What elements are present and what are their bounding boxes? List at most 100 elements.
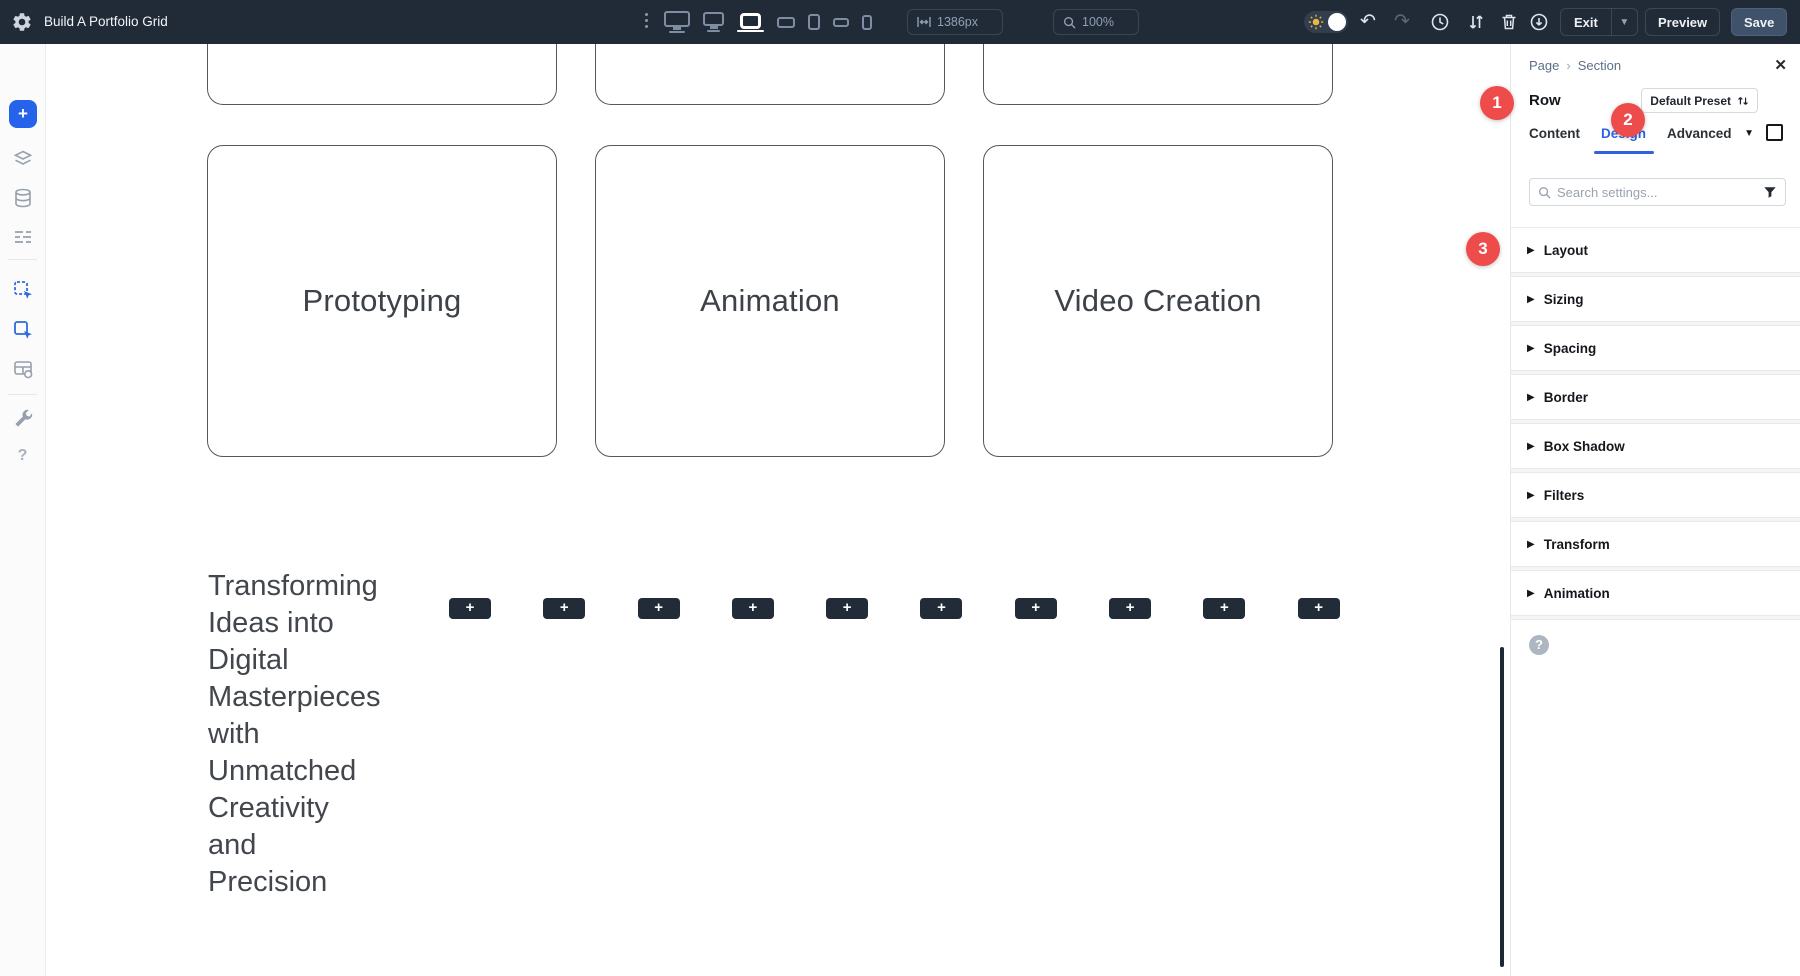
add-column-button[interactable]: + (638, 598, 680, 619)
save-button[interactable]: Save (1731, 8, 1787, 36)
light-dark-toggle[interactable] (1304, 11, 1348, 33)
database-icon[interactable] (11, 186, 35, 210)
viewport-width-value: 1386px (937, 15, 978, 29)
sun-icon (1308, 14, 1324, 30)
preset-swap-icon (1737, 95, 1749, 107)
breadcrumb-section[interactable]: Section (1578, 58, 1621, 73)
breadcrumb-page[interactable]: Page (1529, 58, 1559, 73)
top-card-3[interactable] (983, 44, 1333, 105)
add-column-button[interactable]: + (1203, 598, 1245, 619)
structure-list-icon[interactable] (11, 225, 35, 249)
search-settings-input[interactable] (1557, 185, 1757, 200)
caret-right-icon: ▶ (1527, 294, 1535, 305)
caret-right-icon: ▶ (1527, 441, 1535, 452)
tab-advanced[interactable]: Advanced (1667, 126, 1732, 141)
add-column-button[interactable]: + (826, 598, 868, 619)
top-card-2[interactable] (595, 44, 945, 105)
add-column-button[interactable]: + (1109, 598, 1151, 619)
sidebar-help-icon[interactable]: ? (11, 444, 35, 468)
add-element-button[interactable]: + (9, 100, 37, 128)
layers-icon[interactable] (11, 147, 35, 171)
active-tab-underline (1594, 151, 1654, 154)
toggle-knob (1328, 13, 1346, 31)
accordion-border[interactable]: ▶Border (1511, 375, 1800, 419)
caret-right-icon: ▶ (1527, 490, 1535, 501)
page-title: Build A Portfolio Grid (44, 0, 168, 44)
card-label: Animation (700, 283, 840, 319)
accordion-sizing[interactable]: ▶Sizing (1511, 277, 1800, 321)
power-update-icon[interactable] (1529, 12, 1549, 32)
caret-right-icon: ▶ (1527, 588, 1535, 599)
selectable-mode-icon[interactable] (11, 278, 35, 302)
editor-canvas: Prototyping Animation Video Creation Tra… (46, 44, 1510, 976)
trash-icon[interactable] (1499, 12, 1519, 32)
device-tablet-portrait-icon[interactable] (808, 14, 820, 30)
accordion-transform[interactable]: ▶Transform (1511, 522, 1800, 566)
accordion-filters[interactable]: ▶Filters (1511, 473, 1800, 517)
breadcrumb: Page › Section (1529, 58, 1621, 73)
caret-right-icon: ▶ (1527, 392, 1535, 403)
accordion-spacing[interactable]: ▶Spacing (1511, 326, 1800, 370)
accordion-animation[interactable]: ▶Animation (1511, 571, 1800, 615)
exit-label: Exit (1561, 15, 1611, 30)
caret-right-icon: ▶ (1527, 539, 1535, 550)
exit-button[interactable]: Exit ▼ (1560, 8, 1638, 36)
kebab-menu-icon[interactable] (645, 13, 648, 28)
add-column-button[interactable]: + (543, 598, 585, 619)
device-desktop-icon[interactable] (703, 12, 724, 32)
preview-button[interactable]: Preview (1645, 8, 1720, 36)
zoom-level-value: 100% (1082, 15, 1114, 29)
card-video-creation[interactable]: Video Creation (983, 145, 1333, 457)
breakpoint-square-icon[interactable] (1766, 124, 1783, 141)
global-settings-grid-icon[interactable] (11, 357, 35, 381)
breadcrumb-separator: › (1566, 58, 1570, 73)
card-animation[interactable]: Animation (595, 145, 945, 457)
tab-content[interactable]: Content (1529, 126, 1580, 141)
caret-right-icon: ▶ (1527, 343, 1535, 354)
device-laptop-icon-active[interactable] (737, 13, 764, 32)
magnifier-icon (1063, 16, 1076, 29)
tools-wrench-icon[interactable] (11, 407, 35, 431)
default-preset-button[interactable]: Default Preset (1641, 88, 1758, 113)
undo-icon[interactable]: ↶ (1358, 12, 1378, 32)
caret-right-icon: ▶ (1527, 245, 1535, 256)
zoom-level-input[interactable]: 100% (1053, 9, 1139, 35)
annotation-badge-2: 2 (1611, 103, 1645, 137)
device-switcher (664, 0, 872, 44)
accordion-layout[interactable]: ▶Layout (1511, 228, 1800, 272)
add-column-button[interactable]: + (920, 598, 962, 619)
history-clock-icon[interactable] (1430, 12, 1450, 32)
close-panel-icon[interactable]: ✕ (1774, 56, 1787, 74)
filter-funnel-icon[interactable] (1763, 185, 1777, 199)
search-icon (1538, 186, 1551, 199)
card-prototyping[interactable]: Prototyping (207, 145, 557, 457)
exit-dropdown-chevron-icon[interactable]: ▼ (1612, 17, 1637, 28)
device-phone-landscape-icon[interactable] (833, 18, 849, 27)
design-accordion: ▶Layout ▶Sizing ▶Spacing ▶Border ▶Box Sh… (1511, 227, 1800, 620)
add-column-button[interactable]: + (1015, 598, 1057, 619)
device-tablet-landscape-icon[interactable] (777, 17, 795, 28)
sort-arrows-icon[interactable] (1466, 12, 1486, 32)
redo-icon[interactable]: ↷ (1392, 12, 1412, 32)
viewport-width-input[interactable]: 1386px (907, 9, 1003, 35)
plus-button-row: + + + + + + + + + + (449, 598, 1340, 619)
device-phone-portrait-icon[interactable] (862, 15, 872, 30)
select-element-icon[interactable] (11, 318, 35, 342)
settings-search (1529, 178, 1786, 206)
canvas-heading-text[interactable]: Transforming Ideas into Digital Masterpi… (208, 568, 380, 901)
tabs-chevron-down-icon[interactable]: ▼ (1744, 128, 1754, 139)
card-label: Prototyping (302, 283, 461, 319)
add-column-button[interactable]: + (732, 598, 774, 619)
annotation-badge-1: 1 (1480, 86, 1514, 120)
left-icon-sidebar: + ? (0, 44, 46, 976)
device-desktop-large-icon[interactable] (664, 11, 690, 33)
add-column-button[interactable]: + (1298, 598, 1340, 619)
accordion-box-shadow[interactable]: ▶Box Shadow (1511, 424, 1800, 468)
canvas-scrollbar[interactable] (1500, 647, 1504, 967)
settings-gear-icon[interactable] (11, 11, 33, 33)
top-card-1[interactable] (207, 44, 557, 105)
add-column-button[interactable]: + (449, 598, 491, 619)
annotation-badge-3: 3 (1466, 232, 1500, 266)
card-label: Video Creation (1054, 283, 1261, 319)
panel-help-icon[interactable]: ? (1529, 635, 1549, 655)
